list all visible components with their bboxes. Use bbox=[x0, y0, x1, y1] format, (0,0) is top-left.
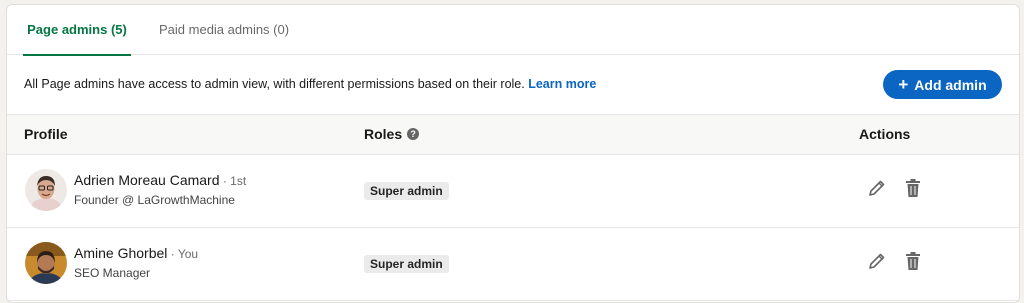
info-bar: All Page admins have access to admin vie… bbox=[7, 55, 1019, 115]
tab-page-admins[interactable]: Page admins (5) bbox=[23, 5, 131, 56]
admins-card: Page admins (5) Paid media admins (0) Al… bbox=[6, 4, 1020, 303]
info-description: All Page admins have access to admin vie… bbox=[24, 77, 529, 91]
avatar[interactable] bbox=[25, 169, 67, 211]
edit-icon[interactable] bbox=[866, 250, 888, 272]
table-header: Profile Roles ? Actions bbox=[7, 115, 1019, 155]
member-name[interactable]: Adrien Moreau Camard bbox=[74, 172, 220, 188]
connection-degree: · 1st bbox=[219, 174, 247, 188]
avatar[interactable] bbox=[25, 242, 67, 284]
edit-icon[interactable] bbox=[866, 177, 888, 199]
member-headline: Founder @ LaGrowthMachine bbox=[74, 193, 235, 207]
tab-bar: Page admins (5) Paid media admins (0) bbox=[7, 5, 1019, 56]
roles-header: Roles ? bbox=[364, 126, 420, 142]
learn-more-link[interactable]: Learn more bbox=[528, 77, 596, 91]
info-text: All Page admins have access to admin vie… bbox=[24, 77, 596, 91]
connection-degree: · You bbox=[167, 247, 199, 261]
plus-icon: + bbox=[898, 75, 909, 94]
add-admin-label: Add admin bbox=[914, 76, 987, 93]
member-name[interactable]: Amine Ghorbel bbox=[74, 245, 167, 261]
add-admin-button[interactable]: + Add admin bbox=[883, 70, 1002, 99]
member-headline: SEO Manager bbox=[74, 266, 151, 280]
member-name-line: Adrien Moreau Camard · 1st bbox=[74, 172, 246, 188]
help-icon[interactable]: ? bbox=[407, 128, 420, 140]
member-name-line: Amine Ghorbel · You bbox=[74, 245, 198, 261]
role-badge: Super admin bbox=[364, 182, 449, 200]
table-row: Amine Ghorbel · You SEO Manager Super ad… bbox=[7, 228, 1019, 301]
actions-header: Actions bbox=[859, 126, 911, 142]
role-badge: Super admin bbox=[364, 255, 449, 273]
trash-icon[interactable] bbox=[902, 177, 924, 199]
roles-header-label: Roles bbox=[364, 126, 403, 142]
table-row: Adrien Moreau Camard · 1st Founder @ LaG… bbox=[7, 155, 1019, 228]
profile-header: Profile bbox=[24, 126, 68, 142]
trash-icon[interactable] bbox=[902, 250, 924, 272]
tab-paid-media-admins[interactable]: Paid media admins (0) bbox=[159, 5, 289, 55]
